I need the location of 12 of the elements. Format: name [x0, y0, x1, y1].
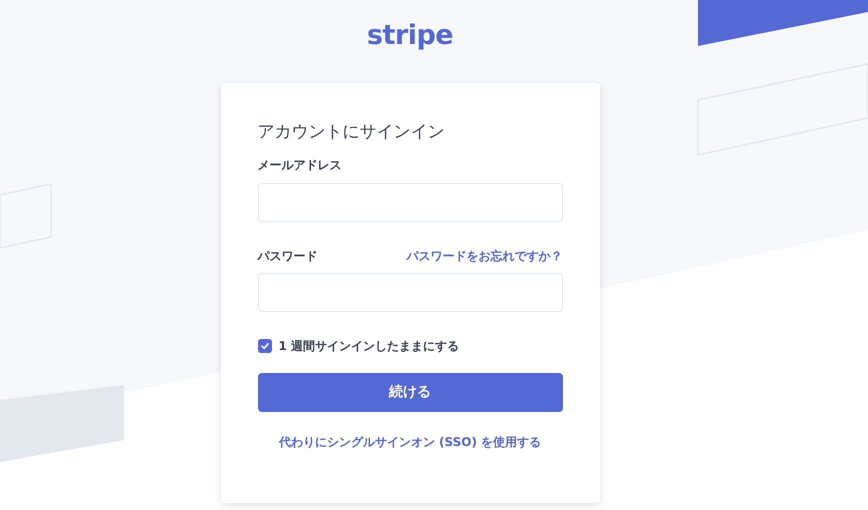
forgot-password-link[interactable]: パスワードをお忘れですか？ — [406, 248, 562, 264]
password-field[interactable] — [258, 273, 562, 312]
remember-checkbox[interactable] — [258, 339, 272, 353]
card-title: アカウントにサインイン — [258, 121, 446, 144]
stripe-logo: stripe — [366, 19, 454, 52]
continue-button[interactable]: 続ける — [258, 373, 562, 412]
remember-label: 1 週間サインインしたままにする — [278, 338, 460, 354]
email-field[interactable] — [258, 183, 562, 222]
check-icon — [260, 341, 270, 351]
password-label: パスワード — [258, 248, 318, 264]
sso-link[interactable]: 代わりにシングルサインオン (SSO) を使用する — [278, 434, 542, 450]
email-label: メールアドレス — [258, 157, 342, 173]
